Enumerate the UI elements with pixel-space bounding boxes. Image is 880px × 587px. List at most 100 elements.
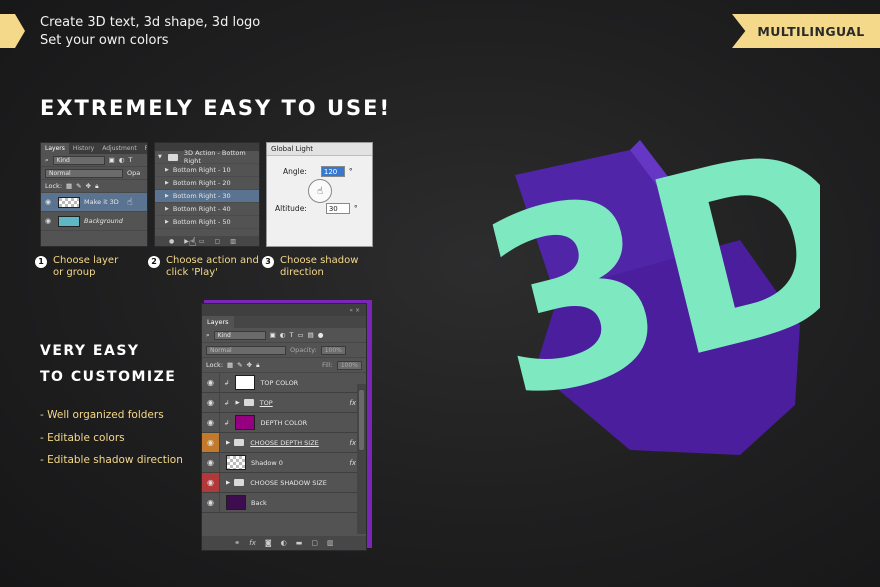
lock-all-icon[interactable]: 🔒︎ bbox=[95, 182, 98, 191]
layer-row-background[interactable]: ◉ Background bbox=[41, 212, 147, 231]
blend-row: Normal Opa bbox=[41, 167, 147, 180]
lock-row: Lock: ▦ ✎ ✥ 🔒︎ Fill: 100% bbox=[202, 358, 366, 373]
expand-triangle-icon[interactable]: ▶ bbox=[226, 440, 230, 446]
type-filter-icon[interactable]: T bbox=[289, 331, 293, 339]
lock-all-icon[interactable]: 🔒︎ bbox=[256, 361, 259, 370]
feature-item: - Editable shadow direction bbox=[40, 454, 183, 466]
action-item[interactable]: ▶ Bottom Right - 40 bbox=[155, 203, 259, 216]
layer-group-choose-depth-size[interactable]: ◉ ▶ CHOOSE DEPTH SIZE fx bbox=[202, 433, 366, 453]
fx-icon[interactable]: fx bbox=[349, 459, 356, 467]
trash-icon[interactable]: ▥ bbox=[230, 238, 236, 245]
global-light-dialog: Global Light Angle: 120 ° ☝ Altitude: 30… bbox=[266, 142, 373, 247]
mask-icon[interactable]: ◙ bbox=[265, 539, 272, 547]
tab-adjustment[interactable]: Adjustment bbox=[98, 143, 140, 154]
action-folder[interactable]: ▼ 3D Action - Bottom Right bbox=[155, 149, 259, 165]
eye-icon[interactable]: ◉ bbox=[202, 433, 220, 452]
new-action-icon[interactable]: ▢ bbox=[215, 238, 221, 245]
adjust-filter-icon[interactable]: ◐ bbox=[119, 156, 125, 164]
lock-label: Lock: bbox=[206, 361, 224, 369]
eye-icon[interactable]: ◉ bbox=[202, 453, 220, 472]
eye-icon[interactable]: ◉ bbox=[45, 217, 54, 225]
layer-top-color[interactable]: ◉ ↲ TOP COLOR bbox=[202, 373, 366, 393]
angle-input[interactable]: 120 bbox=[320, 166, 345, 177]
lock-transparent-icon[interactable]: ▦ bbox=[227, 361, 233, 369]
fill-input[interactable]: 100% bbox=[336, 360, 362, 370]
layer-back[interactable]: ◉ Back bbox=[202, 493, 366, 513]
blend-mode-select[interactable]: Normal bbox=[45, 168, 123, 178]
lock-label: Lock: bbox=[45, 182, 63, 190]
expand-triangle-icon[interactable]: ▶ bbox=[235, 400, 239, 406]
step-line: click 'Play' bbox=[166, 267, 218, 278]
layers-scrollbar[interactable] bbox=[357, 384, 366, 534]
fx-icon[interactable]: fx bbox=[349, 439, 356, 447]
tab-history[interactable]: History bbox=[69, 143, 98, 154]
smart-filter-icon[interactable]: ▤ bbox=[308, 331, 314, 339]
step-number: 1 bbox=[35, 256, 47, 268]
layer-group-choose-shadow-size[interactable]: ◉ ▶ CHOOSE SHADOW SIZE bbox=[202, 473, 366, 493]
eye-icon[interactable]: ◉ bbox=[202, 493, 220, 512]
image-filter-icon[interactable]: ▣ bbox=[270, 331, 276, 339]
scrollbar-thumb[interactable] bbox=[359, 390, 364, 450]
action-item-selected[interactable]: ▶ Bottom Right - 30 bbox=[155, 190, 259, 203]
lock-move-icon[interactable]: ✥ bbox=[86, 182, 91, 190]
close-icon[interactable]: × bbox=[355, 307, 360, 314]
adjustment-layer-icon[interactable]: ◐ bbox=[281, 539, 287, 547]
fx-icon[interactable]: fx bbox=[349, 399, 356, 407]
step-line: Choose shadow bbox=[280, 255, 359, 266]
lock-paint-icon[interactable]: ✎ bbox=[237, 361, 242, 369]
blend-mode-select[interactable]: Normal bbox=[206, 345, 286, 355]
lock-paint-icon[interactable]: ✎ bbox=[76, 182, 81, 190]
customize-heading: VERY EASY TO CUSTOMIZE bbox=[40, 338, 176, 390]
angle-label: Angle: bbox=[283, 167, 307, 176]
toggle-filter-icon[interactable]: ● bbox=[318, 331, 324, 339]
expand-triangle-icon[interactable]: ▶ bbox=[226, 480, 230, 486]
big-3d-graphic: 3D bbox=[456, 120, 820, 456]
step-number: 3 bbox=[262, 256, 274, 268]
eye-icon[interactable]: ◉ bbox=[202, 473, 220, 492]
degree-symbol: ° bbox=[353, 204, 358, 213]
layer-group-top[interactable]: ◉ ↲ ▶ TOP fx bbox=[202, 393, 366, 413]
layer-name: DEPTH COLOR bbox=[260, 418, 308, 427]
new-layer-icon[interactable]: ▢ bbox=[311, 539, 318, 547]
layer-depth-color[interactable]: ◉ ↲ DEPTH COLOR bbox=[202, 413, 366, 433]
adjust-filter-icon[interactable]: ◐ bbox=[280, 331, 286, 339]
layer-row-make-it-3d[interactable]: ◉ Make it 3D ☝ bbox=[41, 193, 147, 212]
record-icon[interactable]: ● bbox=[169, 238, 174, 245]
shape-filter-icon[interactable]: ▭ bbox=[297, 331, 303, 339]
tab-layers[interactable]: Layers bbox=[41, 143, 69, 154]
kind-select[interactable]: Kind bbox=[52, 155, 105, 165]
eye-icon[interactable]: ◉ bbox=[45, 198, 54, 206]
new-group-icon[interactable]: ▬ bbox=[296, 539, 303, 547]
expand-triangle-icon[interactable]: ▼ bbox=[158, 154, 162, 160]
action-item[interactable]: ▶ Bottom Right - 10 bbox=[155, 164, 259, 177]
collapse-icon[interactable]: « bbox=[349, 307, 353, 314]
action-item[interactable]: ▶ Bottom Right - 50 bbox=[155, 216, 259, 229]
opacity-input[interactable]: 100% bbox=[320, 345, 346, 355]
altitude-label: Altitude: bbox=[275, 204, 307, 213]
type-filter-icon[interactable]: T bbox=[128, 156, 132, 164]
play-triangle-icon: ▶ bbox=[165, 193, 169, 199]
fill-label: Fill: bbox=[321, 361, 333, 369]
layer-shadow-0[interactable]: ◉ Shadow 0 fx bbox=[202, 453, 366, 473]
layer-thumbnail bbox=[58, 215, 80, 227]
altitude-input[interactable]: 30 bbox=[325, 203, 350, 214]
small-layers-panel: Layers History Adjustment P ⌕ Kind ▣ ◐ T… bbox=[40, 142, 148, 247]
angle-dial[interactable]: ☝ bbox=[308, 179, 332, 203]
layers-tabs: Layers bbox=[202, 316, 366, 328]
eye-icon[interactable]: ◉ bbox=[202, 413, 220, 432]
dialog-title: Global Light bbox=[267, 143, 372, 156]
trash-icon[interactable]: ▥ bbox=[327, 539, 334, 547]
lock-transparent-icon[interactable]: ▦ bbox=[66, 182, 72, 190]
fx-icon[interactable]: fx bbox=[249, 539, 256, 547]
image-filter-icon[interactable]: ▣ bbox=[109, 156, 115, 164]
eye-icon[interactable]: ◉ bbox=[202, 393, 220, 412]
lock-move-icon[interactable]: ✥ bbox=[247, 361, 252, 369]
panel-top-bar: « × bbox=[202, 304, 366, 316]
kind-select[interactable]: Kind bbox=[213, 330, 266, 340]
new-set-icon[interactable]: ▭ bbox=[199, 238, 205, 245]
action-item[interactable]: ▶ Bottom Right - 20 bbox=[155, 177, 259, 190]
tab-layers[interactable]: Layers bbox=[202, 316, 234, 328]
eye-icon[interactable]: ◉ bbox=[202, 373, 220, 392]
tab-more[interactable]: P bbox=[141, 143, 147, 154]
link-icon[interactable]: ⚭ bbox=[234, 539, 240, 547]
